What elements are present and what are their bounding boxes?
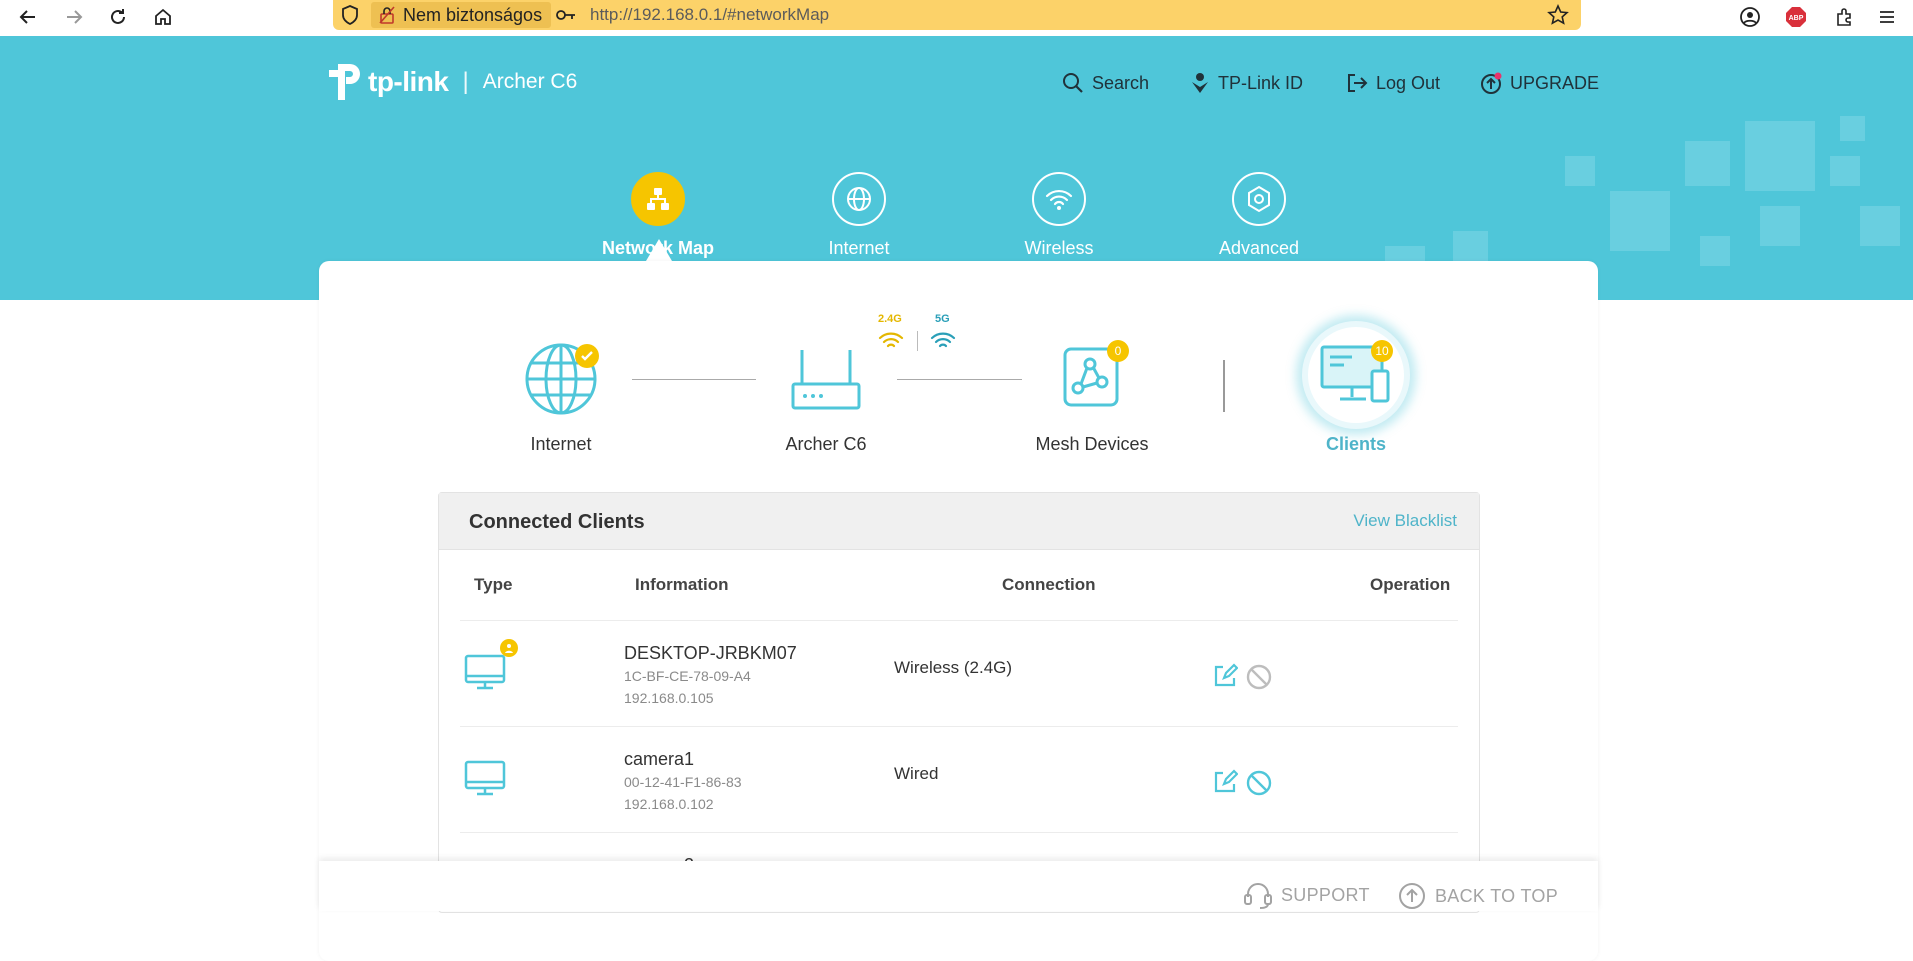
tab-advanced[interactable]: Advanced [1189, 172, 1329, 259]
search-label: Search [1092, 72, 1150, 93]
tab-internet[interactable]: Internet [789, 172, 929, 259]
mesh-count-badge: 0 [1107, 340, 1129, 362]
band-separator [917, 331, 918, 351]
column-type: Type [474, 575, 513, 594]
logout-link[interactable]: Log Out [1346, 72, 1440, 94]
active-tab-pointer [646, 239, 672, 261]
insecure-label: Nem biztonságos [403, 4, 543, 25]
client-connection: Wired [894, 764, 939, 783]
client-name: camera1 [624, 749, 695, 769]
block-icon[interactable] [1245, 769, 1273, 797]
topology-clients[interactable] [1302, 321, 1410, 429]
clients-count-badge: 10 [1371, 340, 1393, 362]
browser-toolbar: Nem biztonságos http://192.168.0.1/#netw… [0, 0, 1913, 37]
shield-icon[interactable] [341, 5, 359, 25]
client-mac: 00-12-41-F1-86-83 [624, 774, 742, 790]
support-link[interactable]: SUPPORT [1243, 881, 1370, 909]
topology-mesh-label: Mesh Devices [1035, 434, 1149, 454]
arrow-up-circle-icon [1397, 881, 1427, 911]
client-connection: Wireless (2.4G) [894, 658, 1013, 677]
internet-globe-icon [832, 172, 886, 226]
table-row: camera1 00-12-41-F1-86-83 192.168.0.102 … [460, 726, 1458, 833]
network-map-icon [631, 172, 685, 226]
client-name: DESKTOP-JRBKM07 [624, 643, 797, 663]
topology-clients-label: Clients [1325, 434, 1386, 454]
panel-header: Connected Clients View Blacklist [439, 493, 1479, 550]
topology-divider [1223, 360, 1225, 412]
headset-icon [1243, 881, 1273, 909]
home-icon[interactable] [149, 3, 177, 31]
bookmark-star-icon[interactable] [1547, 4, 1569, 26]
topology-line [897, 379, 1022, 380]
wifi-24g-icon [878, 331, 904, 351]
tplink-id-link[interactable]: TP-Link ID [1190, 72, 1303, 94]
gear-icon [1232, 172, 1286, 226]
back-icon[interactable] [14, 3, 42, 31]
edit-icon[interactable] [1212, 769, 1238, 795]
router-icon [791, 350, 861, 410]
tplink-logo-icon [329, 64, 360, 100]
edit-icon[interactable] [1212, 663, 1238, 689]
band-24g-label: 2.4G [878, 313, 902, 325]
insecure-badge[interactable]: Nem biztonságos [371, 2, 551, 28]
logo-separator: | [462, 68, 469, 95]
connected-clients-panel: Connected Clients View Blacklist Type In… [438, 492, 1480, 913]
account-icon[interactable] [1736, 3, 1764, 31]
url-bar[interactable]: Nem biztonságos http://192.168.0.1/#netw… [333, 0, 1581, 30]
topology-router[interactable] [790, 346, 862, 412]
tab-wireless[interactable]: Wireless [989, 172, 1129, 259]
search-icon [1062, 72, 1084, 94]
topology-line [632, 379, 756, 380]
wireless-icon [1032, 172, 1086, 226]
logo-text: tp-link [368, 66, 449, 97]
client-ip: 192.168.0.102 [624, 796, 714, 812]
tab-wireless-label: Wireless [1024, 238, 1094, 258]
upgrade-label: UPGRADE [1510, 72, 1600, 93]
upgrade-link[interactable]: UPGRADE [1480, 72, 1599, 94]
topology-internet-label: Internet [530, 434, 592, 454]
menu-icon[interactable] [1873, 3, 1901, 31]
tplink-logo[interactable]: tp-link | Archer C6 [318, 60, 577, 104]
insecure-lock-icon [379, 6, 395, 24]
search-link[interactable]: Search [1062, 72, 1149, 94]
desktop-icon [464, 654, 506, 690]
logout-icon [1346, 72, 1368, 94]
back-to-top-link[interactable]: BACK TO TOP [1397, 881, 1558, 911]
internet-connected-check-icon [575, 344, 599, 368]
svg-text:ABP: ABP [1789, 15, 1804, 22]
footer-bar: SUPPORT BACK TO TOP [319, 861, 1598, 911]
tplink-id-label: TP-Link ID [1218, 72, 1304, 93]
tab-advanced-label: Advanced [1218, 238, 1300, 258]
current-device-badge-icon [500, 639, 518, 657]
tab-internet-label: Internet [828, 238, 890, 258]
client-mac: 1C-BF-CE-78-09-A4 [624, 668, 751, 684]
column-information: Information [635, 575, 729, 594]
column-operation: Operation [1370, 575, 1451, 594]
model-name: Archer C6 [482, 70, 578, 93]
forward-icon[interactable] [60, 3, 88, 31]
reload-icon[interactable] [104, 3, 132, 31]
key-icon[interactable] [555, 6, 577, 24]
panel-title: Connected Clients [469, 511, 645, 533]
wifi-5g-icon [930, 331, 956, 351]
band-5g-label: 5G [935, 313, 950, 325]
logout-label: Log Out [1376, 72, 1441, 93]
view-blacklist-link[interactable]: View Blacklist [1353, 511, 1457, 531]
table-row: DESKTOP-JRBKM07 1C-BF-CE-78-09-A4 192.16… [460, 620, 1458, 727]
block-icon[interactable] [1245, 663, 1273, 691]
client-ip: 192.168.0.105 [624, 690, 714, 706]
upgrade-icon [1480, 72, 1502, 94]
desktop-icon [464, 760, 506, 796]
adblock-icon[interactable]: ABP [1782, 3, 1810, 31]
extensions-icon[interactable] [1830, 3, 1858, 31]
back-to-top-label: BACK TO TOP [1435, 885, 1559, 906]
topology-router-label: Archer C6 [785, 434, 867, 454]
url-text[interactable]: http://192.168.0.1/#networkMap [590, 3, 829, 27]
column-connection: Connection [1002, 575, 1096, 594]
tplink-id-icon [1190, 72, 1210, 94]
support-label: SUPPORT [1281, 884, 1370, 905]
